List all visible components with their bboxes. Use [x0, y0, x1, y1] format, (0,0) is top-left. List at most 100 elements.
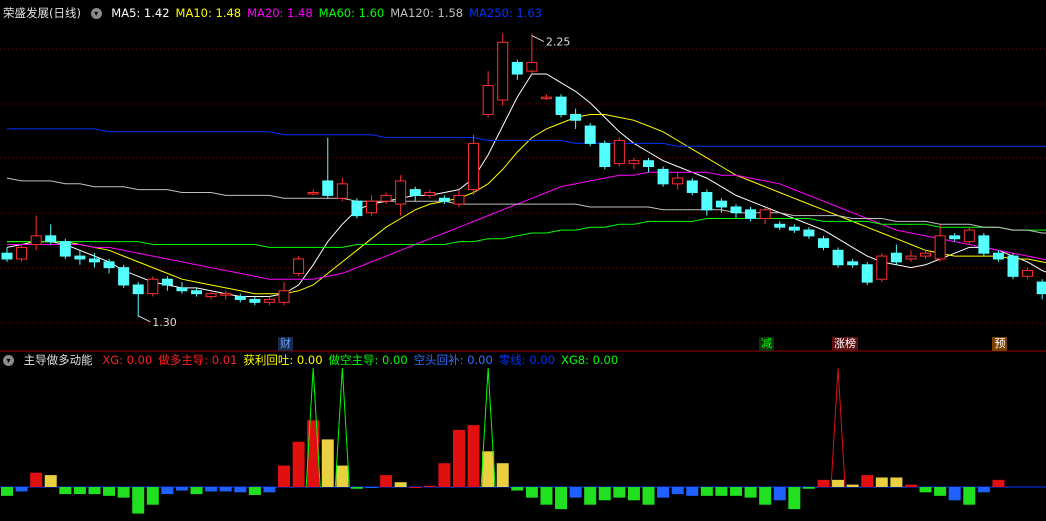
momentum-bar[interactable] [934, 487, 947, 496]
candle[interactable] [395, 175, 407, 216]
momentum-bar[interactable] [394, 482, 407, 487]
momentum-bar[interactable] [234, 487, 247, 493]
momentum-bar[interactable] [1, 487, 13, 496]
candle[interactable] [730, 204, 742, 219]
candle[interactable] [584, 123, 596, 147]
momentum-bar[interactable] [671, 487, 684, 495]
candle[interactable] [657, 166, 669, 187]
candle[interactable] [934, 224, 946, 262]
momentum-bar[interactable] [161, 487, 174, 495]
momentum-bar[interactable] [30, 472, 43, 487]
candle[interactable] [191, 287, 203, 297]
momentum-bar[interactable] [963, 487, 976, 505]
momentum-bar[interactable] [423, 485, 436, 487]
momentum-bar[interactable] [788, 487, 801, 510]
candlesticks[interactable] [1, 33, 1046, 317]
momentum-bar[interactable] [409, 487, 422, 488]
event-marker[interactable]: 财 [278, 337, 294, 351]
momentum-bar[interactable] [613, 487, 626, 498]
candle[interactable] [788, 224, 800, 233]
momentum-bar[interactable] [759, 487, 772, 505]
stock-chart[interactable]: 2.25 1.30 [0, 0, 1046, 521]
candle[interactable] [861, 261, 873, 285]
momentum-bar[interactable] [467, 425, 480, 487]
momentum-bar[interactable] [350, 487, 363, 489]
momentum-bar[interactable] [700, 487, 713, 496]
momentum-bar[interactable] [555, 487, 568, 510]
momentum-bar[interactable] [59, 487, 72, 495]
candle[interactable] [701, 189, 713, 216]
candle[interactable] [905, 250, 917, 262]
momentum-bar[interactable] [525, 487, 538, 498]
candle[interactable] [59, 238, 71, 259]
momentum-bar[interactable] [584, 487, 597, 505]
momentum-bar[interactable] [817, 479, 830, 487]
candle[interactable] [336, 178, 348, 202]
candle[interactable] [978, 232, 990, 257]
candle[interactable] [599, 140, 611, 170]
candle[interactable] [511, 59, 523, 80]
candle[interactable] [890, 244, 902, 265]
candle[interactable] [103, 258, 115, 274]
candle[interactable] [482, 71, 494, 118]
momentum-bar[interactable] [380, 475, 393, 487]
momentum-bar[interactable] [205, 487, 218, 492]
candle[interactable] [293, 256, 305, 277]
candle[interactable] [526, 33, 538, 75]
momentum-bar[interactable] [642, 487, 655, 505]
candle[interactable] [672, 172, 684, 190]
momentum-bar[interactable] [365, 487, 378, 488]
momentum-bar[interactable] [307, 420, 320, 487]
momentum-bar[interactable] [875, 477, 888, 487]
momentum-bar[interactable] [336, 465, 349, 487]
candle[interactable] [366, 195, 377, 216]
candle[interactable] [803, 227, 815, 239]
candle[interactable] [468, 134, 480, 196]
momentum-bar[interactable] [496, 463, 509, 487]
candle[interactable] [570, 108, 582, 129]
momentum-bar[interactable] [948, 487, 961, 501]
candle[interactable] [16, 244, 28, 262]
momentum-bar[interactable] [219, 487, 232, 492]
momentum-bar[interactable] [540, 487, 553, 505]
candle[interactable] [817, 235, 829, 251]
candle[interactable] [832, 247, 844, 268]
momentum-bar[interactable] [175, 487, 188, 491]
momentum-bar[interactable] [992, 479, 1005, 487]
candle[interactable] [1022, 267, 1034, 280]
candle[interactable] [847, 258, 859, 268]
momentum-bar[interactable] [846, 484, 859, 487]
candle[interactable] [220, 290, 232, 300]
candle[interactable] [628, 157, 640, 170]
momentum-bar[interactable] [278, 465, 291, 487]
candle[interactable] [234, 293, 246, 303]
event-marker[interactable]: 预 [992, 337, 1008, 351]
momentum-bar[interactable] [103, 487, 116, 496]
momentum-bar[interactable] [977, 487, 990, 493]
momentum-bar[interactable] [832, 479, 845, 487]
momentum-bar[interactable] [730, 487, 742, 496]
candle[interactable] [176, 282, 188, 294]
candle[interactable] [876, 253, 888, 283]
momentum-bar[interactable] [438, 463, 451, 487]
momentum-bar[interactable] [321, 439, 334, 487]
candle[interactable] [497, 33, 509, 106]
momentum-bar[interactable] [686, 487, 699, 496]
candle[interactable] [1036, 279, 1046, 300]
momentum-bar[interactable] [452, 429, 465, 487]
candle[interactable] [759, 206, 771, 225]
candle[interactable] [263, 296, 275, 306]
event-marker[interactable]: 涨榜 [832, 337, 859, 351]
candle[interactable] [132, 282, 144, 317]
momentum-bars[interactable] [1, 420, 1005, 514]
momentum-bar[interactable] [15, 487, 28, 492]
candle[interactable] [920, 250, 932, 259]
candle[interactable] [278, 282, 290, 306]
momentum-bar[interactable] [190, 487, 203, 495]
momentum-bar[interactable] [802, 487, 815, 489]
momentum-bar[interactable] [773, 487, 786, 501]
collapse-icon[interactable]: ▾ [90, 8, 102, 19]
momentum-bar[interactable] [904, 484, 917, 487]
momentum-bar[interactable] [744, 487, 757, 498]
momentum-bar[interactable] [861, 475, 874, 487]
